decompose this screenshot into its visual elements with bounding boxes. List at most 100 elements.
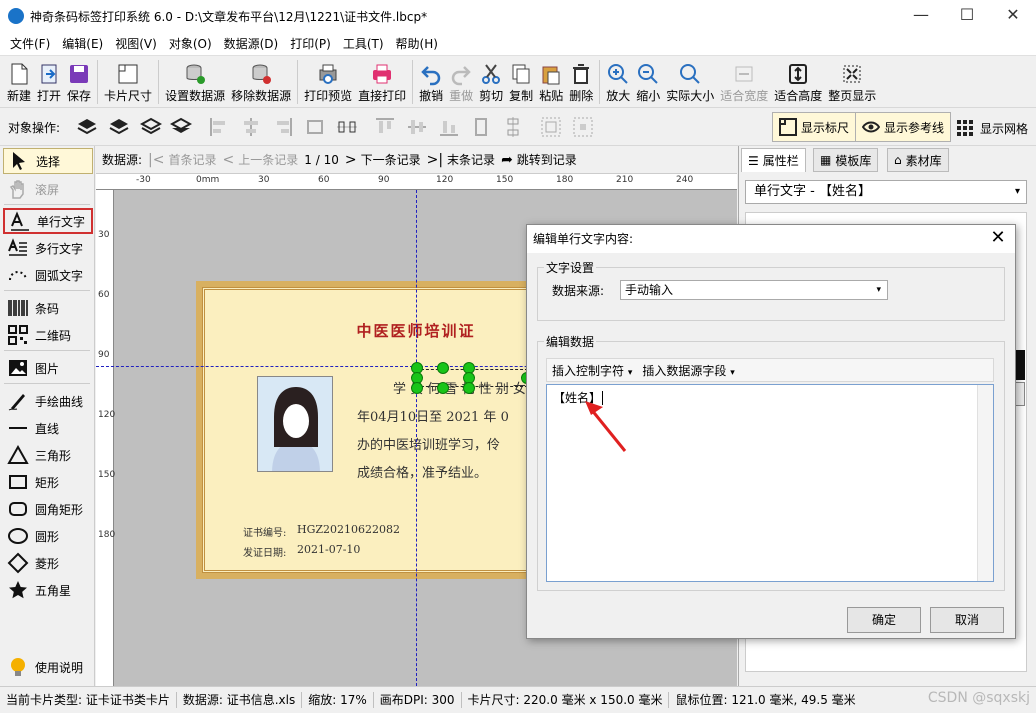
- editor-scrollbar[interactable]: [977, 385, 993, 581]
- tool-diamond[interactable]: 菱形: [3, 550, 93, 576]
- menu-edit[interactable]: 编辑(E): [56, 32, 109, 56]
- show-grid-toggle[interactable]: 显示网格: [956, 119, 1028, 137]
- tool-star[interactable]: 五角星: [3, 577, 93, 603]
- distribute-horizontal-icon[interactable]: [304, 116, 326, 138]
- distribute-vertical-icon[interactable]: [470, 116, 492, 138]
- object-select[interactable]: 单行文字 - 【姓名】 ▾: [745, 180, 1027, 204]
- card-size-button[interactable]: 卡片尺寸: [101, 62, 155, 104]
- tab-properties[interactable]: ☰ 属性栏: [741, 148, 806, 172]
- print-preview-button[interactable]: 打印预览: [301, 62, 355, 104]
- zoom-out-button[interactable]: 缩小: [633, 62, 663, 104]
- zoom-in-button[interactable]: 放大: [603, 62, 633, 104]
- fit-height-button[interactable]: 适合高度: [771, 62, 825, 104]
- resize-handle[interactable]: [411, 382, 423, 394]
- tab-templates[interactable]: ▦ 模板库: [813, 148, 879, 172]
- same-size-2-icon[interactable]: [572, 116, 594, 138]
- menu-tools[interactable]: 工具(T): [337, 32, 390, 56]
- actual-size-button[interactable]: 实际大小: [663, 62, 717, 104]
- tool-help[interactable]: 使用说明: [3, 654, 93, 680]
- ok-button[interactable]: 确定: [847, 607, 921, 633]
- resize-handle[interactable]: [463, 382, 475, 394]
- tool-scroll[interactable]: 滚屏: [3, 176, 93, 202]
- tool-image[interactable]: 图片: [3, 355, 93, 381]
- object-ops-label: 对象操作:: [8, 121, 61, 135]
- nav-last-button[interactable]: >| 末条记录: [427, 151, 495, 168]
- cut-button[interactable]: 剪切: [476, 62, 506, 104]
- fit-page-button[interactable]: 整页显示: [825, 62, 879, 104]
- menu-file[interactable]: 文件(F): [4, 32, 56, 56]
- nav-next-button[interactable]: > 下一条记录: [345, 151, 421, 168]
- tool-select[interactable]: 选择: [3, 148, 93, 174]
- center-vertical-icon[interactable]: [502, 116, 524, 138]
- tool-roundrect[interactable]: 圆角矩形: [3, 496, 93, 522]
- title-bar: 神奇条码标签打印系统 6.0 - D:\文章发布平台\12月\1221\证书文件…: [0, 0, 1036, 32]
- menu-print[interactable]: 打印(P): [284, 32, 337, 56]
- tool-qrcode[interactable]: 二维码: [3, 322, 93, 348]
- copy-button[interactable]: 复制: [506, 62, 536, 104]
- student-photo[interactable]: [257, 376, 333, 472]
- align-bottom-icon[interactable]: [438, 116, 460, 138]
- insert-control-char-button[interactable]: 插入控制字符 ▾: [547, 362, 637, 379]
- align-top-icon[interactable]: [374, 116, 396, 138]
- cert-date-label[interactable]: 发证日期:: [243, 544, 286, 559]
- close-window-button[interactable]: ✕: [990, 0, 1036, 32]
- send-to-back-icon[interactable]: [170, 116, 192, 138]
- cert-number-label[interactable]: 证书编号:: [243, 524, 286, 539]
- save-button[interactable]: 保存: [64, 62, 94, 104]
- cert-text-line3[interactable]: 办的中医培训班学习，伶: [357, 434, 500, 453]
- paste-button[interactable]: 粘贴: [536, 62, 566, 104]
- cert-date-value[interactable]: 2021-07-10: [297, 543, 360, 556]
- show-ruler-toggle[interactable]: 显示标尺: [772, 112, 857, 142]
- tab-assets[interactable]: ⌂ 素材库: [887, 148, 949, 172]
- vertical-guide-line[interactable]: [416, 190, 417, 686]
- cert-number-value[interactable]: HGZ20210622082: [297, 523, 400, 536]
- maximize-button[interactable]: ☐: [944, 0, 990, 32]
- tool-single-text[interactable]: 单行文字: [3, 208, 93, 234]
- tool-rect[interactable]: 矩形: [3, 469, 93, 495]
- send-backward-icon[interactable]: [140, 116, 162, 138]
- resize-handle[interactable]: [437, 382, 449, 394]
- delete-button[interactable]: 删除: [566, 62, 596, 104]
- minimize-button[interactable]: —: [898, 0, 944, 32]
- tool-barcode[interactable]: 条码: [3, 295, 93, 321]
- align-right-icon[interactable]: [272, 116, 294, 138]
- menu-object[interactable]: 对象(O): [163, 32, 218, 56]
- show-guides-toggle[interactable]: 显示参考线: [855, 112, 952, 142]
- bring-to-front-icon[interactable]: [108, 116, 130, 138]
- new-button[interactable]: 新建: [4, 62, 34, 104]
- align-vcenter-icon[interactable]: [406, 116, 428, 138]
- align-left-icon[interactable]: [208, 116, 230, 138]
- tool-triangle[interactable]: 三角形: [3, 442, 93, 468]
- remove-datasource-button[interactable]: 移除数据源: [228, 62, 294, 104]
- dialog-close-icon[interactable]: ✕: [987, 227, 1009, 249]
- align-center-icon[interactable]: [240, 116, 262, 138]
- menu-datasource[interactable]: 数据源(D): [218, 32, 285, 56]
- nav-prev-button[interactable]: < 上一条记录: [223, 151, 299, 168]
- insert-field-button[interactable]: 插入数据源字段 ▾: [637, 362, 739, 379]
- cert-text-line4[interactable]: 成绩合格，准予结业。: [357, 462, 487, 481]
- redo-button[interactable]: 重做: [446, 62, 476, 104]
- menu-help[interactable]: 帮助(H): [390, 32, 444, 56]
- fit-width-button[interactable]: 适合宽度: [717, 62, 771, 104]
- direct-print-button[interactable]: 直接打印: [355, 62, 409, 104]
- resize-handle[interactable]: [437, 362, 449, 374]
- data-source-select[interactable]: 手动输入 ▾: [620, 280, 888, 300]
- undo-button[interactable]: 撤销: [416, 62, 446, 104]
- nav-prev-label: 上一条记录: [238, 153, 299, 167]
- align-middle-icon[interactable]: [336, 116, 358, 138]
- tool-multi-text[interactable]: 多行文字: [3, 235, 93, 261]
- set-datasource-button[interactable]: 设置数据源: [162, 62, 228, 104]
- nav-first-button[interactable]: |< 首条记录: [148, 151, 216, 168]
- cancel-button[interactable]: 取消: [930, 607, 1004, 633]
- nav-goto-button[interactable]: ➦ 跳转到记录: [501, 151, 577, 168]
- tool-arc-text[interactable]: 圆弧文字: [3, 262, 93, 288]
- menu-view[interactable]: 视图(V): [109, 32, 163, 56]
- bring-forward-icon[interactable]: [76, 116, 98, 138]
- text-content-editor[interactable]: 【姓名】: [546, 384, 994, 582]
- same-size-icon[interactable]: [540, 116, 562, 138]
- tool-ellipse[interactable]: 圆形: [3, 523, 93, 549]
- tool-freehand[interactable]: 手绘曲线: [3, 388, 93, 414]
- open-button[interactable]: 打开: [34, 62, 64, 104]
- cert-text-line2[interactable]: 年04月10日至 2021 年 0: [357, 406, 509, 425]
- tool-line[interactable]: 直线: [3, 415, 93, 441]
